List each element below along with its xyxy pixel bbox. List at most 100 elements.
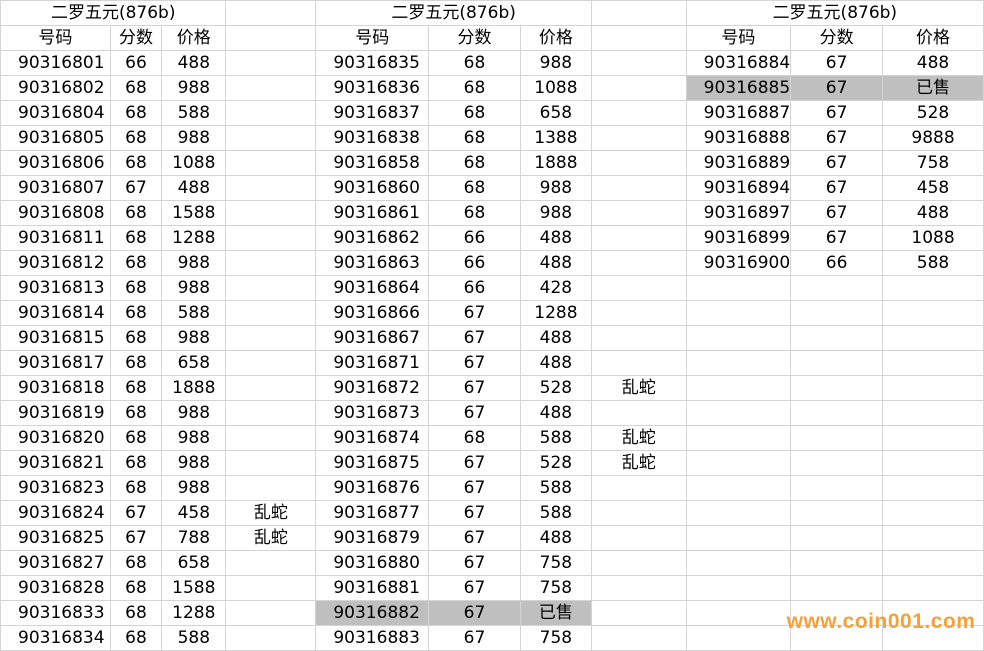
header-code[interactable]: 号码 <box>685 25 792 51</box>
empty-cell[interactable] <box>590 0 687 26</box>
score-cell[interactable]: 66 <box>428 275 521 301</box>
header-score[interactable]: 分数 <box>790 25 884 51</box>
price-cell[interactable]: 1288 <box>161 225 227 251</box>
code-cell[interactable]: 90316880 <box>315 550 430 576</box>
code-cell[interactable]: 90316833 <box>0 600 111 626</box>
price-cell[interactable]: 488 <box>161 50 227 76</box>
code-cell[interactable]: 90316861 <box>315 200 430 226</box>
note-cell[interactable]: 乱蛇 <box>590 450 687 476</box>
code-cell[interactable]: 90316879 <box>315 525 430 551</box>
code-cell[interactable]: 90316887 <box>685 100 792 126</box>
code-cell[interactable]: 90316862 <box>315 225 430 251</box>
note-cell[interactable] <box>225 225 317 251</box>
score-cell[interactable]: 68 <box>109 425 163 451</box>
price-cell[interactable]: 588 <box>519 475 592 501</box>
score-cell[interactable] <box>790 325 884 351</box>
score-cell[interactable] <box>790 500 884 526</box>
score-cell[interactable]: 68 <box>428 125 521 151</box>
price-cell[interactable]: 488 <box>519 400 592 426</box>
header-code[interactable]: 号码 <box>315 25 430 51</box>
code-cell[interactable]: 90316876 <box>315 475 430 501</box>
score-cell[interactable]: 67 <box>790 200 884 226</box>
price-cell[interactable]: 988 <box>161 450 227 476</box>
score-cell[interactable]: 67 <box>109 500 163 526</box>
header-price[interactable]: 价格 <box>519 25 592 51</box>
price-cell[interactable]: 已售 <box>519 600 592 626</box>
code-cell[interactable]: 90316881 <box>315 575 430 601</box>
price-cell[interactable]: 9888 <box>882 125 984 151</box>
score-cell[interactable]: 67 <box>428 600 521 626</box>
score-cell[interactable]: 66 <box>790 250 884 276</box>
note-cell[interactable] <box>590 175 687 201</box>
score-cell[interactable]: 68 <box>428 100 521 126</box>
price-cell[interactable]: 488 <box>519 350 592 376</box>
code-cell[interactable]: 90316818 <box>0 375 111 401</box>
note-cell[interactable] <box>590 525 687 551</box>
code-cell[interactable]: 90316801 <box>0 50 111 76</box>
score-cell[interactable]: 67 <box>790 50 884 76</box>
price-cell[interactable]: 488 <box>519 525 592 551</box>
note-cell[interactable] <box>225 150 317 176</box>
price-cell[interactable]: 1088 <box>882 225 984 251</box>
note-cell[interactable] <box>590 200 687 226</box>
score-cell[interactable]: 66 <box>109 50 163 76</box>
price-cell[interactable]: 458 <box>882 175 984 201</box>
score-cell[interactable]: 68 <box>109 350 163 376</box>
price-cell[interactable]: 1888 <box>161 375 227 401</box>
score-cell[interactable]: 67 <box>428 450 521 476</box>
price-cell[interactable]: 1588 <box>161 200 227 226</box>
code-cell[interactable]: 90316884 <box>685 50 792 76</box>
code-cell[interactable]: 90316863 <box>315 250 430 276</box>
score-cell[interactable] <box>790 525 884 551</box>
price-cell[interactable]: 988 <box>161 275 227 301</box>
header-code[interactable]: 号码 <box>0 25 111 51</box>
score-cell[interactable]: 68 <box>109 125 163 151</box>
code-cell[interactable]: 90316802 <box>0 75 111 101</box>
note-cell[interactable] <box>590 100 687 126</box>
score-cell[interactable]: 67 <box>428 375 521 401</box>
score-cell[interactable]: 68 <box>109 250 163 276</box>
price-cell[interactable]: 528 <box>882 100 984 126</box>
code-cell[interactable] <box>685 550 792 576</box>
note-cell[interactable] <box>225 425 317 451</box>
score-cell[interactable]: 67 <box>790 175 884 201</box>
code-cell[interactable]: 90316817 <box>0 350 111 376</box>
note-cell[interactable] <box>225 600 317 626</box>
empty-cell[interactable] <box>590 25 687 51</box>
price-cell[interactable]: 588 <box>161 300 227 326</box>
code-cell[interactable] <box>685 625 792 651</box>
price-cell[interactable]: 488 <box>161 175 227 201</box>
score-cell[interactable] <box>790 425 884 451</box>
note-cell[interactable] <box>225 400 317 426</box>
score-cell[interactable]: 67 <box>428 350 521 376</box>
score-cell[interactable] <box>790 375 884 401</box>
price-cell[interactable]: 758 <box>519 550 592 576</box>
code-cell[interactable]: 90316897 <box>685 200 792 226</box>
score-cell[interactable]: 68 <box>109 225 163 251</box>
code-cell[interactable]: 90316894 <box>685 175 792 201</box>
price-cell[interactable] <box>882 325 984 351</box>
price-cell[interactable]: 1088 <box>161 150 227 176</box>
code-cell[interactable]: 90316873 <box>315 400 430 426</box>
empty-cell[interactable] <box>225 0 317 26</box>
code-cell[interactable]: 90316867 <box>315 325 430 351</box>
score-cell[interactable]: 68 <box>109 300 163 326</box>
note-cell[interactable] <box>590 475 687 501</box>
score-cell[interactable]: 68 <box>109 625 163 651</box>
score-cell[interactable] <box>790 450 884 476</box>
code-cell[interactable] <box>685 400 792 426</box>
score-cell[interactable]: 67 <box>428 575 521 601</box>
price-cell[interactable]: 658 <box>161 350 227 376</box>
score-cell[interactable]: 67 <box>109 175 163 201</box>
price-cell[interactable]: 758 <box>519 625 592 651</box>
code-cell[interactable] <box>685 500 792 526</box>
code-cell[interactable]: 90316808 <box>0 200 111 226</box>
note-cell[interactable] <box>225 625 317 651</box>
code-cell[interactable]: 90316864 <box>315 275 430 301</box>
note-cell[interactable] <box>590 300 687 326</box>
code-cell[interactable]: 90316900 <box>685 250 792 276</box>
score-cell[interactable]: 67 <box>790 150 884 176</box>
price-cell[interactable] <box>882 450 984 476</box>
score-cell[interactable]: 66 <box>428 225 521 251</box>
empty-cell[interactable] <box>225 25 317 51</box>
